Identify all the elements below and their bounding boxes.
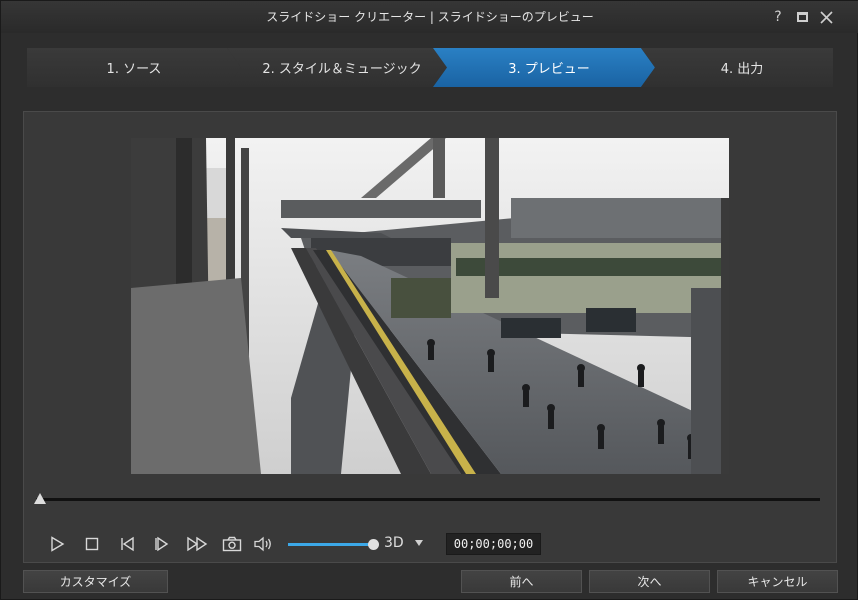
seek-thumb[interactable] [34,493,46,504]
step-label: 3. プレビュー [508,62,590,77]
step-label: 1. ソース [106,62,162,77]
dropdown-arrow-icon[interactable] [415,540,423,546]
next-button[interactable]: 次へ [589,570,710,593]
step-label: 2. スタイル＆ミュージック [262,62,422,77]
slideshow-creator-window: スライドショー クリエーター | スライドショーのプレビュー ? 1. ソース … [0,0,858,600]
playback-controls: 3D 00;00;00;00 [24,530,838,558]
snapshot-camera-icon[interactable] [220,532,244,556]
fast-forward-icon[interactable] [185,532,209,556]
seek-bar[interactable] [36,498,820,501]
wizard-steps: 1. ソース 2. スタイル＆ミュージック 3. プレビュー 4. 出力 [27,48,833,87]
next-frame-icon[interactable] [149,532,173,556]
volume-icon[interactable] [251,532,275,556]
maximize-icon[interactable] [792,7,812,27]
stop-icon[interactable] [80,532,104,556]
step-source[interactable]: 1. ソース [27,48,241,87]
step-label: 4. 出力 [720,62,764,77]
preview-panel: 3D 00;00;00;00 [23,111,837,563]
window-title: スライドショー クリエーター | スライドショーのプレビュー [266,10,594,24]
title-bar: スライドショー クリエーター | スライドショーのプレビュー ? [1,1,858,33]
cancel-button[interactable]: キャンセル [717,570,838,593]
mode-3d-label: 3D [384,535,404,551]
timecode-display: 00;00;00;00 [446,533,541,555]
previous-frame-icon[interactable] [115,532,139,556]
preview-video-frame [131,138,729,474]
play-icon[interactable] [45,532,69,556]
step-style-music[interactable]: 2. スタイル＆ミュージック [227,48,447,87]
volume-slider[interactable] [288,543,374,546]
previous-button[interactable]: 前へ [461,570,582,593]
help-icon[interactable]: ? [768,7,788,27]
customize-button[interactable]: カスタマイズ [23,570,168,593]
volume-slider-thumb[interactable] [368,539,379,550]
step-preview[interactable]: 3. プレビュー [433,48,655,87]
close-icon[interactable] [816,7,836,27]
step-output[interactable]: 4. 出力 [641,48,833,87]
